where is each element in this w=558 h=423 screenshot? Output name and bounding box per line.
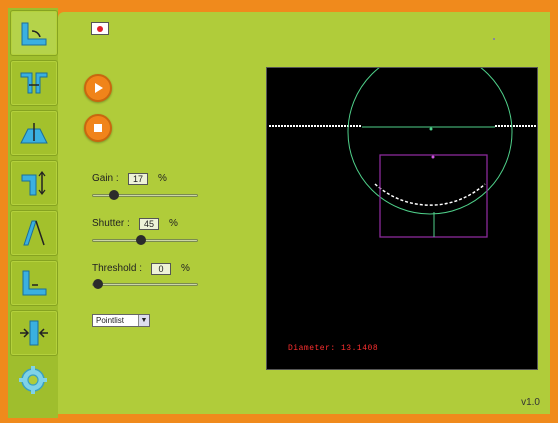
record-button[interactable] bbox=[91, 22, 109, 35]
version-label: v1.0 bbox=[521, 397, 540, 408]
play-button[interactable] bbox=[84, 74, 112, 102]
threshold-slider[interactable] bbox=[92, 279, 198, 289]
shutter-value-field[interactable]: 45 bbox=[139, 218, 159, 230]
measure-height-icon bbox=[20, 123, 48, 144]
measure-offset-icon bbox=[20, 320, 48, 346]
threshold-value-field[interactable]: 0 bbox=[151, 263, 171, 275]
threshold-unit: % bbox=[181, 263, 190, 274]
tool-measure-corner[interactable] bbox=[10, 260, 58, 306]
gain-slider-thumb[interactable] bbox=[109, 190, 120, 200]
mode-select[interactable]: Pointlist ▼ bbox=[92, 314, 150, 327]
roi-center-dot bbox=[431, 155, 435, 159]
camera-view: Diameter: 13.1408 bbox=[266, 67, 538, 370]
gain-slider[interactable] bbox=[92, 190, 198, 200]
mode-select-value: Pointlist bbox=[96, 316, 125, 325]
shutter-slider-thumb[interactable] bbox=[136, 235, 147, 245]
circle-center-dot bbox=[429, 127, 433, 131]
tool-measure-angle[interactable] bbox=[10, 10, 58, 56]
threshold-label: Threshold : bbox=[92, 263, 143, 274]
app-window: Gain : 17 % Shutter : 45 % Threshold : 0… bbox=[0, 0, 558, 423]
shutter-label: Shutter : bbox=[92, 218, 130, 229]
gain-unit: % bbox=[158, 173, 167, 184]
tool-measure-step[interactable] bbox=[10, 160, 58, 206]
stop-icon bbox=[94, 124, 102, 132]
indicator-dot bbox=[493, 38, 495, 40]
play-icon bbox=[95, 83, 103, 93]
gain-value-field[interactable]: 17 bbox=[128, 173, 148, 185]
shutter-unit: % bbox=[169, 218, 178, 229]
diameter-readout: Diameter: 13.1408 bbox=[288, 344, 379, 353]
gain-label: Gain : bbox=[92, 173, 119, 184]
stop-button[interactable] bbox=[84, 114, 112, 142]
measure-corner-icon bbox=[22, 270, 47, 296]
measure-taper-icon bbox=[23, 220, 45, 246]
tool-sidebar bbox=[8, 8, 58, 418]
tool-measure-gap[interactable] bbox=[10, 60, 58, 106]
measure-angle-icon bbox=[21, 22, 47, 46]
profile-arc bbox=[374, 183, 486, 206]
measure-gap-icon bbox=[20, 72, 48, 94]
tool-measure-height[interactable] bbox=[10, 110, 58, 156]
measurement-overlay bbox=[269, 68, 537, 238]
record-dot-icon bbox=[97, 25, 103, 32]
threshold-slider-thumb[interactable] bbox=[93, 279, 103, 289]
tool-measure-taper[interactable] bbox=[10, 210, 58, 256]
measure-step-icon bbox=[21, 171, 46, 196]
chevron-down-icon: ▼ bbox=[138, 315, 149, 326]
settings-gear-icon bbox=[19, 366, 47, 394]
tool-measure-offset[interactable] bbox=[10, 310, 58, 356]
main-panel: Gain : 17 % Shutter : 45 % Threshold : 0… bbox=[58, 12, 550, 414]
settings-button[interactable] bbox=[10, 358, 56, 402]
shutter-slider[interactable] bbox=[92, 235, 198, 245]
